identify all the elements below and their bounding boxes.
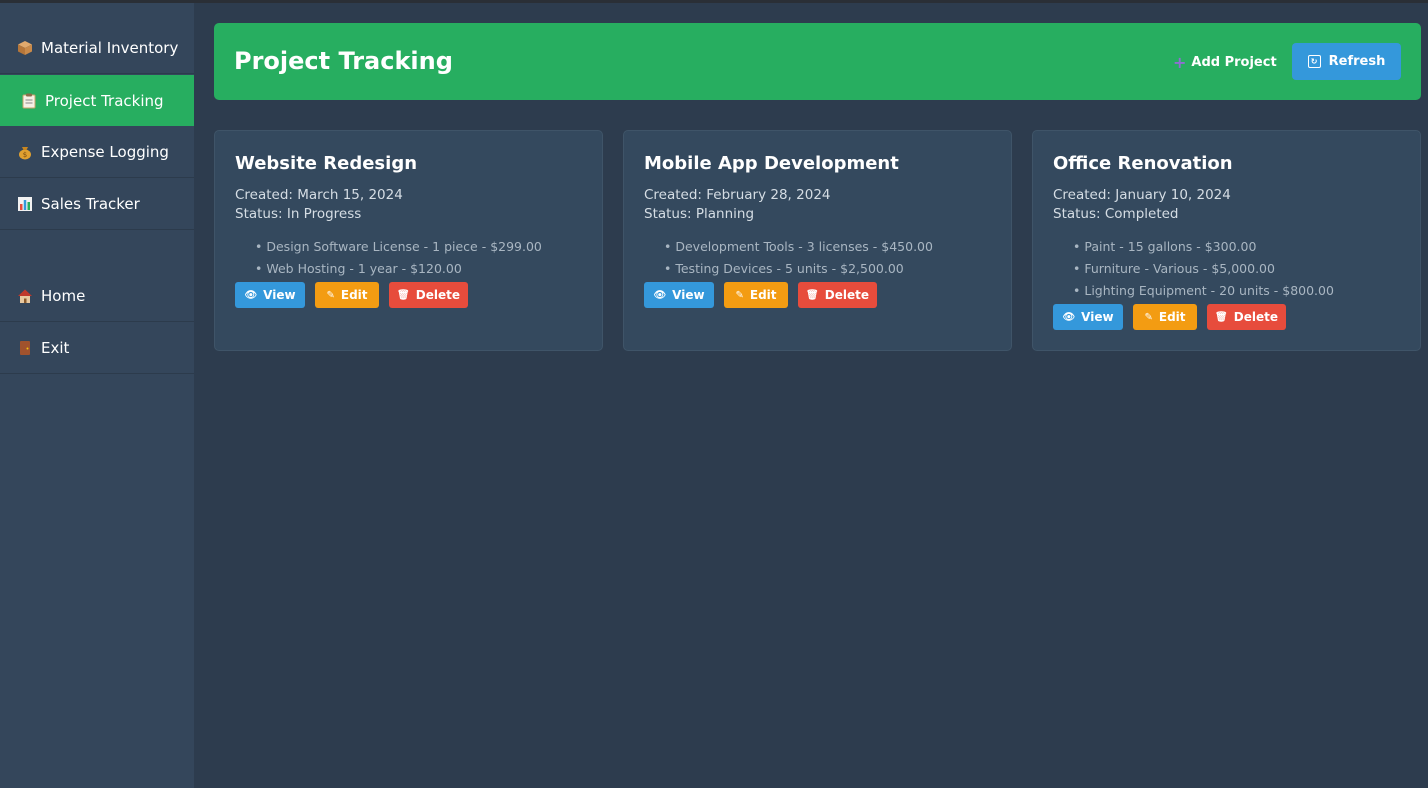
card-actions: 👁 View ✎ Edit 🗑 Delete xyxy=(644,282,877,308)
page-title: Project Tracking xyxy=(234,47,453,75)
bar-chart-icon xyxy=(16,196,34,212)
page-header: Project Tracking + Add Project ↻ Refresh xyxy=(214,23,1421,100)
project-title: Office Renovation xyxy=(1053,153,1233,174)
list-item: Testing Devices - 5 units - $2,500.00 xyxy=(664,260,933,282)
svg-text:$: $ xyxy=(23,151,27,159)
sidebar-item-sales-tracker[interactable]: Sales Tracker xyxy=(0,179,194,230)
pencil-icon: ✎ xyxy=(326,289,335,301)
project-created: Created: January 10, 2024 xyxy=(1053,187,1231,203)
add-project-button[interactable]: + Add Project xyxy=(1173,52,1277,72)
trash-icon: 🗑 xyxy=(1215,311,1228,323)
plus-icon: + xyxy=(1173,52,1187,72)
sidebar-item-label: Home xyxy=(41,287,86,305)
material-list: Design Software License - 1 piece - $299… xyxy=(255,238,542,282)
edit-button[interactable]: ✎ Edit xyxy=(724,282,788,308)
delete-label: Delete xyxy=(1233,310,1278,324)
delete-button[interactable]: 🗑 Delete xyxy=(1207,304,1286,330)
money-bag-icon: $ xyxy=(16,144,34,160)
project-card: Office Renovation Created: January 10, 2… xyxy=(1032,130,1421,351)
project-status: Status: In Progress xyxy=(235,206,362,222)
view-button[interactable]: 👁 View xyxy=(235,282,305,308)
delete-label: Delete xyxy=(824,288,869,302)
sidebar-item-label: Expense Logging xyxy=(41,143,169,161)
project-card: Mobile App Development Created: February… xyxy=(623,130,1012,351)
sidebar-item-label: Exit xyxy=(41,339,70,357)
sidebar-item-exit[interactable]: Exit xyxy=(0,323,194,374)
edit-label: Edit xyxy=(340,288,368,302)
edit-button[interactable]: ✎ Edit xyxy=(1133,304,1197,330)
list-item: Lighting Equipment - 20 units - $800.00 xyxy=(1073,282,1334,304)
list-item: Development Tools - 3 licenses - $450.00 xyxy=(664,238,933,260)
eye-icon: 👁 xyxy=(1062,311,1076,323)
pencil-icon: ✎ xyxy=(1144,311,1153,323)
package-icon xyxy=(16,40,34,56)
project-status: Status: Planning xyxy=(644,206,755,222)
eye-icon: 👁 xyxy=(653,289,667,301)
project-title: Website Redesign xyxy=(235,153,418,174)
view-label: View xyxy=(263,288,296,302)
sidebar-item-project-tracking[interactable]: Project Tracking xyxy=(0,75,194,126)
project-status: Status: Completed xyxy=(1053,206,1179,222)
refresh-button[interactable]: ↻ Refresh xyxy=(1292,43,1401,80)
door-icon xyxy=(16,340,34,356)
clipboard-icon xyxy=(20,93,38,109)
add-project-label: Add Project xyxy=(1191,54,1277,70)
list-item: Paint - 15 gallons - $300.00 xyxy=(1073,238,1334,260)
sidebar: Material Inventory Project Tracking $ Ex… xyxy=(0,3,194,788)
edit-label: Edit xyxy=(1158,310,1186,324)
sidebar-item-label: Sales Tracker xyxy=(41,195,140,213)
trash-icon: 🗑 xyxy=(806,289,819,301)
pencil-icon: ✎ xyxy=(735,289,744,301)
sidebar-item-label: Project Tracking xyxy=(45,91,164,110)
home-icon xyxy=(16,288,34,304)
project-title: Mobile App Development xyxy=(644,153,899,174)
delete-label: Delete xyxy=(415,288,460,302)
project-created: Created: March 15, 2024 xyxy=(235,187,403,203)
sidebar-item-home[interactable]: Home xyxy=(0,271,194,322)
refresh-icon: ↻ xyxy=(1307,55,1321,68)
window-top-border xyxy=(0,0,1428,3)
refresh-label: Refresh xyxy=(1328,54,1386,69)
material-list: Paint - 15 gallons - $300.00 Furniture -… xyxy=(1073,238,1334,304)
view-button[interactable]: 👁 View xyxy=(644,282,714,308)
sidebar-item-label: Material Inventory xyxy=(41,39,179,57)
view-button[interactable]: 👁 View xyxy=(1053,304,1123,330)
sidebar-item-material-inventory[interactable]: Material Inventory xyxy=(0,23,194,74)
eye-icon: 👁 xyxy=(244,289,258,301)
trash-icon: 🗑 xyxy=(397,289,410,301)
list-item: Furniture - Various - $5,000.00 xyxy=(1073,260,1334,282)
card-actions: 👁 View ✎ Edit 🗑 Delete xyxy=(235,282,468,308)
delete-button[interactable]: 🗑 Delete xyxy=(798,282,877,308)
list-item: Web Hosting - 1 year - $120.00 xyxy=(255,260,542,282)
list-item: Design Software License - 1 piece - $299… xyxy=(255,238,542,260)
view-label: View xyxy=(1081,310,1114,324)
edit-label: Edit xyxy=(749,288,777,302)
edit-button[interactable]: ✎ Edit xyxy=(315,282,379,308)
view-label: View xyxy=(672,288,705,302)
card-actions: 👁 View ✎ Edit 🗑 Delete xyxy=(1053,304,1286,330)
delete-button[interactable]: 🗑 Delete xyxy=(389,282,468,308)
material-list: Development Tools - 3 licenses - $450.00… xyxy=(664,238,933,282)
project-created: Created: February 28, 2024 xyxy=(644,187,831,203)
project-card: Website Redesign Created: March 15, 2024… xyxy=(214,130,603,351)
sidebar-item-expense-logging[interactable]: $ Expense Logging xyxy=(0,127,194,178)
